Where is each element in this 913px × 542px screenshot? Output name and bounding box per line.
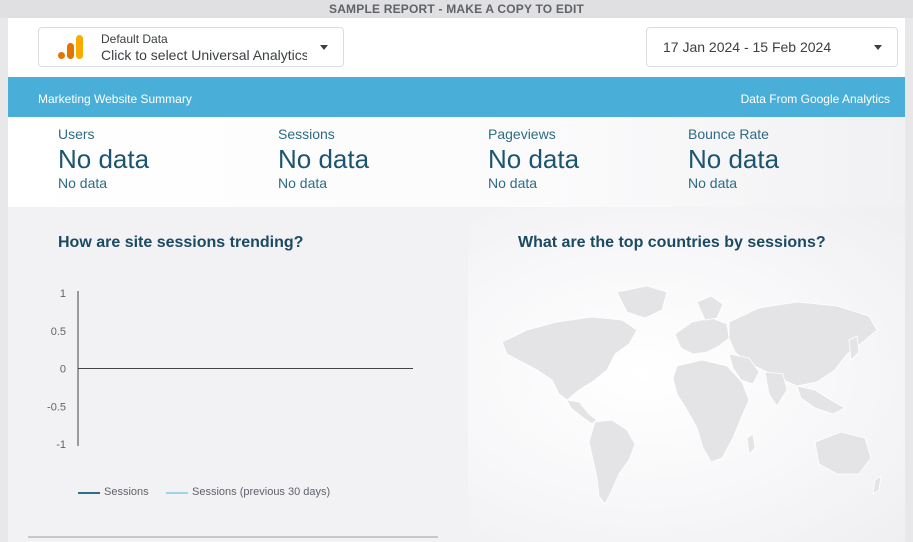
y-tick-label: 0	[60, 364, 66, 376]
kpi-comparison: No data	[58, 175, 108, 191]
data-source-value: Click to select Universal Analytics	[101, 47, 307, 63]
map-region-australia	[814, 431, 872, 475]
data-source-note: Data From Google Analytics	[740, 92, 890, 106]
legend-swatch	[166, 492, 188, 494]
kpi-sessions: Sessions No data No data	[278, 126, 478, 191]
legend-label: Sessions	[104, 486, 149, 498]
kpi-label: Pageviews	[488, 126, 556, 142]
map-region-scandinavia	[696, 295, 724, 321]
legend-label: Sessions (previous 30 days)	[192, 486, 331, 498]
map-region-south-america	[588, 419, 636, 505]
kpi-label: Users	[58, 126, 95, 142]
google-analytics-logo-icon	[58, 35, 83, 59]
world-map[interactable]	[497, 282, 882, 512]
kpi-value: No data	[488, 144, 580, 174]
date-range-value: 17 Jan 2024 - 15 Feb 2024	[663, 39, 832, 55]
report-page: Default Data Click to select Universal A…	[8, 18, 905, 542]
map-region-india	[764, 371, 788, 407]
sessions-trend-chart[interactable]: 1 0.5 0 -0.5 -1	[8, 207, 468, 507]
kpi-users: Users No data No data	[58, 126, 258, 191]
legend-item-sessions[interactable]: Sessions	[78, 486, 149, 498]
report-header-bar: Marketing Website Summary Data From Goog…	[8, 77, 905, 117]
data-source-selector[interactable]: Default Data Click to select Universal A…	[38, 27, 344, 67]
sessions-trend-panel: How are site sessions trending? 1 0.5 0 -0.…	[8, 207, 468, 542]
kpi-label: Sessions	[278, 126, 335, 142]
date-range-selector[interactable]: 17 Jan 2024 - 15 Feb 2024	[646, 27, 898, 67]
y-tick-label: -0.5	[47, 401, 66, 413]
kpi-label: Bounce Rate	[688, 126, 769, 142]
legend-item-sessions-previous[interactable]: Sessions (previous 30 days)	[166, 486, 330, 498]
map-region-new-zealand	[872, 475, 882, 495]
map-region-central-america	[566, 399, 598, 425]
country-map-title: What are the top countries by sessions?	[518, 234, 826, 251]
map-region-europe	[674, 317, 730, 355]
sample-report-banner: SAMPLE REPORT - MAKE A COPY TO EDIT	[0, 0, 913, 18]
map-region-southeast-asia	[796, 385, 846, 415]
kpi-comparison: No data	[688, 175, 738, 191]
y-tick-label: -1	[56, 439, 66, 451]
legend-swatch	[78, 492, 100, 494]
kpi-bounce-rate: Bounce Rate No data No data	[688, 126, 888, 191]
kpi-scorecards: Users No data No data Sessions No data N…	[8, 117, 905, 207]
y-tick-label: 0.5	[51, 326, 66, 338]
kpi-value: No data	[688, 144, 780, 174]
y-tick-label: 1	[60, 288, 66, 300]
map-region-japan	[848, 335, 860, 361]
kpi-value: No data	[58, 144, 150, 174]
panel-divider	[28, 536, 438, 538]
kpi-comparison: No data	[278, 175, 328, 191]
country-map-panel: What are the top countries by sessions?	[468, 207, 905, 542]
map-region-north-america	[501, 316, 638, 401]
caret-down-icon[interactable]	[320, 45, 328, 50]
map-region-greenland	[616, 285, 668, 319]
kpi-pageviews: Pageviews No data No data	[488, 126, 688, 191]
data-source-title: Default Data	[101, 32, 168, 46]
kpi-comparison: No data	[488, 175, 538, 191]
map-region-madagascar	[746, 433, 756, 455]
caret-down-icon[interactable]	[874, 45, 882, 50]
report-title: Marketing Website Summary	[38, 92, 192, 106]
kpi-value: No data	[278, 144, 370, 174]
